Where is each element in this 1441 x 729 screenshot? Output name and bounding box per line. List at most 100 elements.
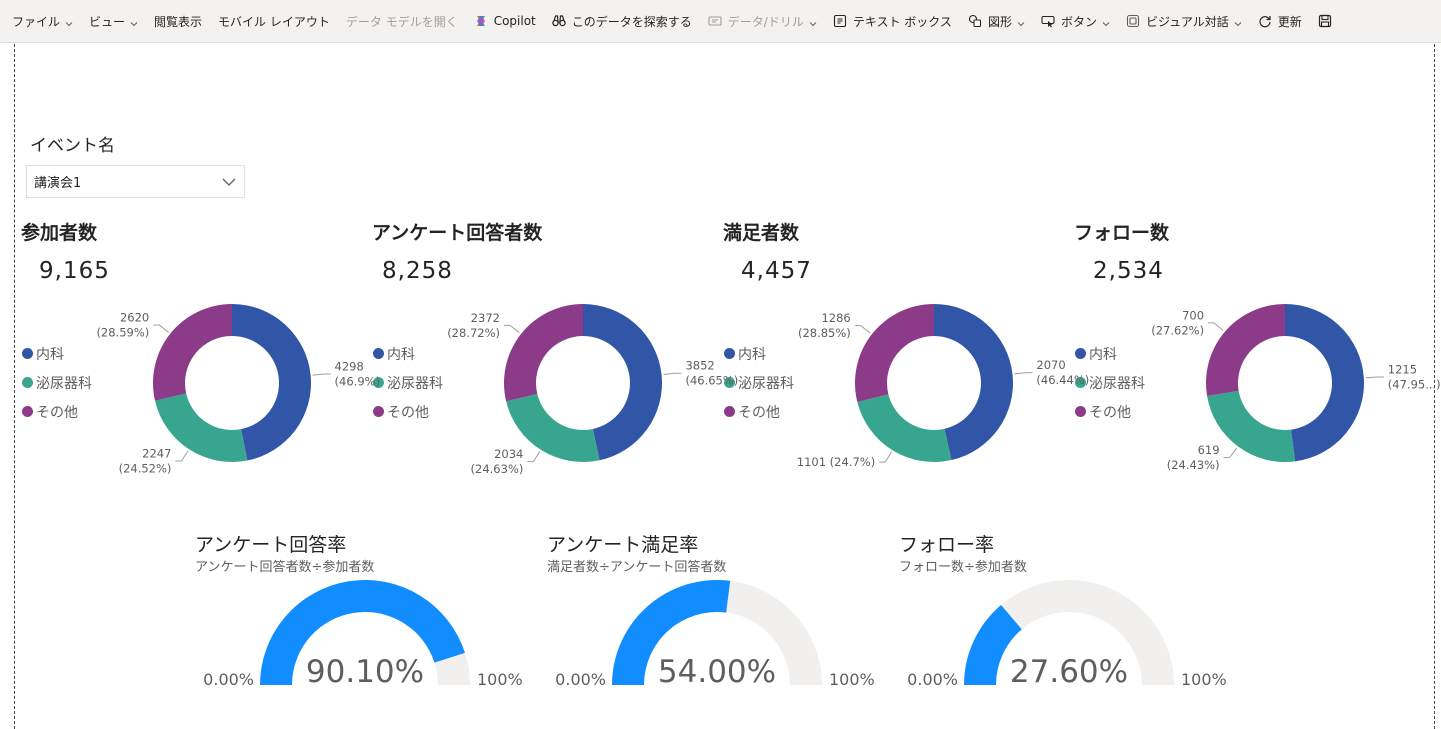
shapes-icon (968, 14, 982, 28)
donut-slice-naika[interactable] (583, 304, 663, 461)
chevron-down-icon (221, 174, 237, 190)
leader-line (527, 451, 541, 463)
legend-label: 泌尿器科 (738, 375, 794, 392)
data-label: (46.65%) (685, 374, 738, 388)
legend-item-hinyoki[interactable]: 泌尿器科 (373, 368, 443, 397)
card-value-satisfied: 4,457 (741, 258, 812, 284)
gauge-value: 54.00% (658, 654, 776, 690)
toolbar-item-4[interactable]: データ モデルを開く (340, 6, 464, 36)
data-label: 4298 (335, 359, 364, 373)
gauge-min-label: 0.00% (555, 670, 606, 689)
gauge-value: 90.10% (306, 654, 424, 690)
donut-slice-hinyoki[interactable] (857, 394, 952, 462)
data-label: 619 (1198, 443, 1220, 457)
legend-item-sonota[interactable]: その他 (724, 397, 794, 426)
toolbar-item-9[interactable]: 図形 (962, 6, 1031, 36)
card-value-follow: 2,534 (1093, 258, 1164, 284)
toolbar-item-0[interactable]: ファイル (6, 6, 79, 36)
card-title-satisfied: 満足者数 (723, 222, 800, 244)
gauge-chart-response-rate[interactable]: 90.10% 0.00% 100% (200, 575, 530, 695)
chevron-down-icon (1234, 17, 1242, 27)
save-icon (1318, 14, 1332, 28)
legend-item-naika[interactable]: 内科 (724, 339, 794, 368)
legend-label: 内科 (1089, 346, 1117, 363)
leader-line (1014, 372, 1033, 375)
toolbar-item-7[interactable]: データ/ドリル (702, 6, 823, 36)
leader-line (153, 324, 169, 333)
gauge-max-label: 100% (477, 670, 523, 689)
toolbar-item-1[interactable]: ビュー (83, 6, 144, 36)
data-label: 1101 (24.7%) (797, 455, 875, 469)
donut-slice-naika[interactable] (1285, 304, 1365, 462)
visual-interaction-icon (1126, 14, 1140, 28)
toolbar-item-6[interactable]: このデータを探索する (546, 6, 698, 36)
gauge-value: 27.60% (1010, 654, 1128, 690)
leader-line (1223, 447, 1238, 459)
legend-label: その他 (1089, 404, 1131, 421)
legend-item-sonota[interactable]: その他 (22, 397, 92, 426)
toolbar-item-10[interactable]: ボタン (1035, 6, 1116, 36)
event-name-dropdown[interactable]: 講演会1 (26, 165, 245, 198)
legend-item-naika[interactable]: 内科 (1075, 339, 1145, 368)
gauge-min-label: 0.00% (907, 670, 958, 689)
donut-slice-hinyoki[interactable] (1207, 390, 1296, 462)
donut-chart-participants[interactable]: 4298(46.9%) 2247(24.52%) 2620(28.59%) (96, 285, 380, 495)
gauge-max-label: 100% (1181, 670, 1227, 689)
toolbar-item-8[interactable]: テキスト ボックス (827, 6, 958, 36)
toolbar-item-label: テキスト ボックス (852, 14, 952, 29)
donut-chart-follow[interactable]: 1215(47.95...) 619(24.43%) 700(27.62%) (1151, 285, 1441, 495)
legend-item-naika[interactable]: 内科 (373, 339, 443, 368)
toolbar-item-12[interactable]: 更新 (1252, 6, 1308, 36)
donut-slice-sonota[interactable] (855, 304, 934, 402)
legend-item-sonota[interactable]: その他 (373, 397, 443, 426)
legend-dot (1075, 348, 1086, 359)
gauge-subtitle-response-rate: アンケート回答者数÷参加者数 (195, 560, 375, 575)
data-label: (28.59%) (96, 326, 149, 340)
toolbar-item-label: ボタン (1060, 14, 1097, 29)
legend-respondents: 内科 泌尿器科 その他 (373, 339, 443, 426)
toolbar-item-label: ファイル (12, 14, 61, 29)
legend-item-sonota[interactable]: その他 (1075, 397, 1145, 426)
gauge-chart-satisfaction-rate[interactable]: 54.00% 0.00% 100% (552, 575, 882, 695)
refresh-icon (1258, 14, 1272, 28)
gauge-chart-follow-rate[interactable]: 27.60% 0.00% 100% (904, 575, 1234, 695)
toolbar-item-label: 更新 (1277, 14, 1302, 29)
toolbar-item-label: このデータを探索する (571, 14, 692, 29)
toolbar-item-5[interactable]: Copilot (468, 6, 542, 36)
toolbar-item-11[interactable]: ビジュアル対話 (1120, 6, 1248, 36)
card-value-participants: 9,165 (39, 258, 110, 284)
donut-slice-sonota[interactable] (153, 304, 232, 401)
donut-chart-satisfied[interactable]: 2070(46.44%) 1101 (24.7%) 1286(28.85%) (797, 285, 1089, 495)
legend-dot (724, 348, 735, 359)
legend-item-hinyoki[interactable]: 泌尿器科 (22, 368, 92, 397)
data-label: 700 (1182, 308, 1204, 322)
toolbar-item-2[interactable]: 閲覧表示 (148, 6, 208, 36)
data-label: 2620 (120, 311, 149, 325)
toolbar-item-13[interactable] (1312, 6, 1344, 36)
leader-line (504, 324, 520, 334)
chevron-down-icon (1017, 17, 1025, 27)
donut-slice-naika[interactable] (232, 304, 311, 461)
leader-line (879, 451, 892, 463)
toolbar-item-label: 図形 (987, 14, 1012, 29)
chevron-down-icon (1102, 17, 1110, 27)
data-label: (28.72%) (447, 326, 500, 340)
data-label: 2372 (471, 311, 500, 325)
legend-dot (22, 406, 33, 417)
donut-slice-sonota[interactable] (1206, 304, 1285, 396)
legend-item-naika[interactable]: 内科 (22, 339, 92, 368)
legend-label: 内科 (387, 346, 415, 363)
toolbar-item-label: データ モデルを開く (345, 14, 458, 29)
leader-line (854, 325, 871, 334)
data-label: (47.95...) (1388, 378, 1441, 392)
toolbar-item-3[interactable]: モバイル レイアウト (212, 6, 336, 36)
data-label: 3852 (685, 359, 714, 373)
data-label: 1215 (1388, 363, 1417, 377)
donut-slice-sonota[interactable] (504, 304, 583, 402)
donut-chart-respondents[interactable]: 3852(46.65%) 2034(24.63%) 2372(28.72%) (447, 285, 738, 495)
legend-label: 泌尿器科 (1089, 375, 1145, 392)
binoculars-icon (552, 14, 566, 28)
card-value-respondents: 8,258 (382, 258, 453, 284)
data-label: 2070 (1036, 358, 1065, 372)
legend-dot (373, 406, 384, 417)
